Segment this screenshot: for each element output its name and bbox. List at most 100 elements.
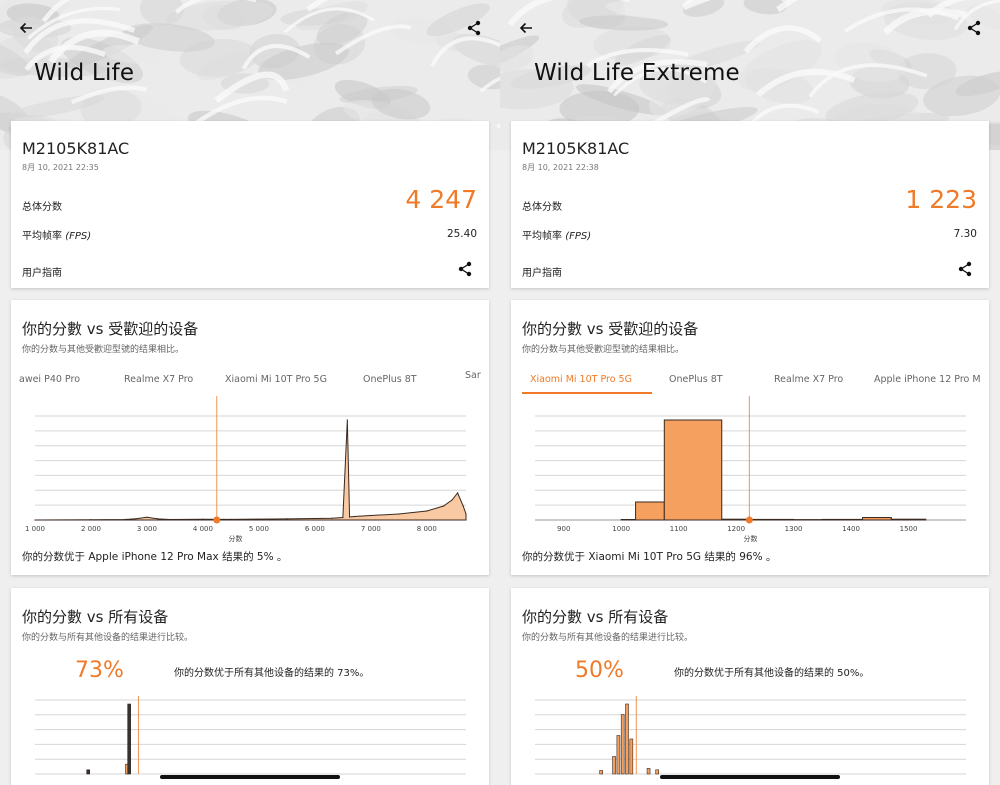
distribution-point: [258, 518, 260, 520]
x-tick-label: 5 000: [249, 525, 269, 533]
device-tabs: awei P40 Pro Realme X7 Pro Xiaomi Mi 10T…: [11, 370, 489, 396]
all-devices-bar: [616, 735, 621, 775]
fps-unit: (FPS): [565, 231, 592, 242]
pane-wild-life-extreme: Wild Life Extreme M2105K81AC 8月 10, 2021…: [500, 0, 1000, 785]
distribution-point: [168, 518, 170, 521]
score-distribution-chart: 1 000 2 000 3 000 4 000 5 000 6 000 7 000 8 000…: [25, 396, 467, 543]
arrow-left-icon: [19, 22, 32, 34]
test-datetime: 8月 10, 2021 22:38: [522, 163, 599, 172]
device-tab[interactable]: OnePlus 8T: [669, 374, 723, 385]
overall-score-label: 总体分数: [22, 202, 62, 213]
all-devices-chart: [35, 696, 466, 775]
popular-subtitle: 你的分数与其他受歡迎型號的结果相比。: [22, 345, 185, 355]
device-tab[interactable]: OnePlus 8T: [363, 374, 417, 385]
x-tick-label: 900: [557, 525, 570, 533]
top-bar: [500, 10, 1000, 42]
distribution-point: [353, 515, 355, 518]
all-devices-bar: [86, 769, 91, 775]
home-indicator[interactable]: [160, 775, 340, 779]
share-button[interactable]: [962, 16, 986, 40]
all-devices-bar: [629, 738, 634, 775]
device-name: M2105K81AC: [22, 139, 130, 158]
device-tab[interactable]: Realme X7 Pro: [774, 374, 843, 385]
histogram-bar: [821, 518, 864, 521]
benchmark-title: Wild Life Extreme: [534, 60, 740, 86]
x-tick-label: 1000: [612, 525, 630, 533]
x-tick-label: 1100: [670, 525, 688, 533]
x-tick-label: 4 000: [193, 525, 213, 533]
distribution-point: [465, 513, 467, 515]
all-devices-chart: [535, 696, 966, 775]
beat-percentage-text: 你的分数优于 Xiaomi Mi 10T Pro 5G 结果的 96% 。: [522, 551, 777, 563]
distribution-point: [370, 514, 372, 517]
device-tab[interactable]: Xiaomi Mi 10T Pro 5G: [530, 374, 632, 385]
device-tab[interactable]: Xiaomi Mi 10T Pro 5G: [225, 374, 327, 385]
fps-label: 平均帧率 (FPS): [22, 227, 91, 242]
device-tab[interactable]: Realme X7 Pro: [124, 374, 193, 385]
x-tick-label: 2 000: [81, 525, 101, 533]
distribution-point: [157, 518, 159, 520]
back-button[interactable]: [514, 16, 538, 40]
your-score-marker-dot: [213, 516, 221, 524]
histogram-bar: [620, 519, 637, 521]
summary-card: M2105K81AC 8月 10, 2021 22:35 总体分数 4 247 …: [11, 121, 489, 288]
share-icon: [458, 261, 472, 277]
overall-score-label: 总体分数: [522, 202, 562, 213]
your-score-marker-dot: [745, 516, 753, 524]
distribution-point: [443, 505, 445, 507]
arrow-left-icon: [519, 22, 532, 34]
score-distribution-chart: 900 1000 1100 1200 1300 1400 1500 分数: [535, 396, 966, 543]
fps-value: 25.40: [446, 228, 477, 240]
histogram-bar: [750, 518, 795, 521]
distribution-point: [331, 517, 333, 519]
histogram-bar: [862, 517, 892, 521]
x-axis-label: 分数: [744, 534, 758, 543]
share-icon: [967, 20, 981, 36]
all-devices-card: 你的分數 vs 所有设备 你的分数与所有其他设备的结果进行比较。 73% 你的分…: [11, 588, 489, 785]
all-devices-bar: [646, 768, 651, 775]
overall-score-value: 4 247: [405, 185, 477, 214]
card-share-button[interactable]: [957, 261, 975, 279]
overall-score-value: 1 223: [905, 185, 977, 214]
x-axis-label: 分数: [229, 534, 243, 543]
user-guide-link[interactable]: 用户指南: [22, 264, 62, 279]
fps-label: 平均帧率 (FPS): [522, 227, 591, 242]
summary-card: M2105K81AC 8月 10, 2021 22:38 总体分数 1 223 …: [511, 121, 989, 288]
all-devices-bar: [599, 770, 603, 775]
popular-devices-card: 你的分數 vs 受歡迎的设备 你的分数与其他受歡迎型號的结果相比。 Xiaomi…: [511, 300, 989, 575]
active-tab-underline: [522, 392, 652, 394]
distribution-point: [90, 519, 92, 521]
distribution-point: [451, 499, 453, 501]
fps-label-text: 平均帧率: [22, 231, 62, 242]
beat-percentage-text: 你的分数优于 Apple iPhone 12 Pro Max 结果的 5% 。: [22, 551, 288, 563]
home-indicator[interactable]: [660, 775, 840, 779]
distribution-point: [462, 505, 464, 507]
share-button[interactable]: [462, 16, 486, 40]
test-datetime: 8月 10, 2021 22:35: [22, 163, 99, 172]
all-devices-bar: [625, 703, 629, 775]
card-share-button[interactable]: [457, 261, 475, 279]
distribution-point: [230, 518, 232, 520]
distribution-point: [146, 516, 148, 518]
back-button[interactable]: [14, 16, 38, 40]
all-devices-bar: [612, 756, 616, 775]
all-devices-subtitle: 你的分数与所有其他设备的结果进行比较。: [522, 633, 694, 643]
distribution-point: [135, 518, 137, 520]
fps-unit: (FPS): [65, 231, 92, 242]
all-devices-card: 你的分數 vs 所有设备 你的分数与所有其他设备的结果进行比较。 50% 你的分…: [511, 588, 989, 785]
x-tick-label: 1400: [842, 525, 860, 533]
all-devices-percent-text: 你的分数优于所有其他设备的结果的 73%。: [174, 668, 370, 679]
top-bar: [0, 10, 500, 42]
popular-subtitle: 你的分数与其他受歡迎型號的结果相比。: [522, 345, 685, 355]
all-devices-bar: [620, 714, 625, 775]
distribution-point: [342, 516, 344, 519]
device-tab[interactable]: Sar: [465, 370, 481, 381]
device-tab[interactable]: awei P40 Pro: [19, 374, 80, 385]
distribution-point: [202, 518, 204, 520]
distribution-point: [346, 419, 348, 421]
all-devices-percent: 50%: [575, 658, 624, 683]
device-tab[interactable]: Apple iPhone 12 Pro M: [874, 374, 981, 385]
user-guide-link[interactable]: 用户指南: [522, 264, 562, 279]
histogram-bar: [663, 419, 723, 521]
all-devices-subtitle: 你的分数与所有其他设备的结果进行比较。: [22, 633, 194, 643]
